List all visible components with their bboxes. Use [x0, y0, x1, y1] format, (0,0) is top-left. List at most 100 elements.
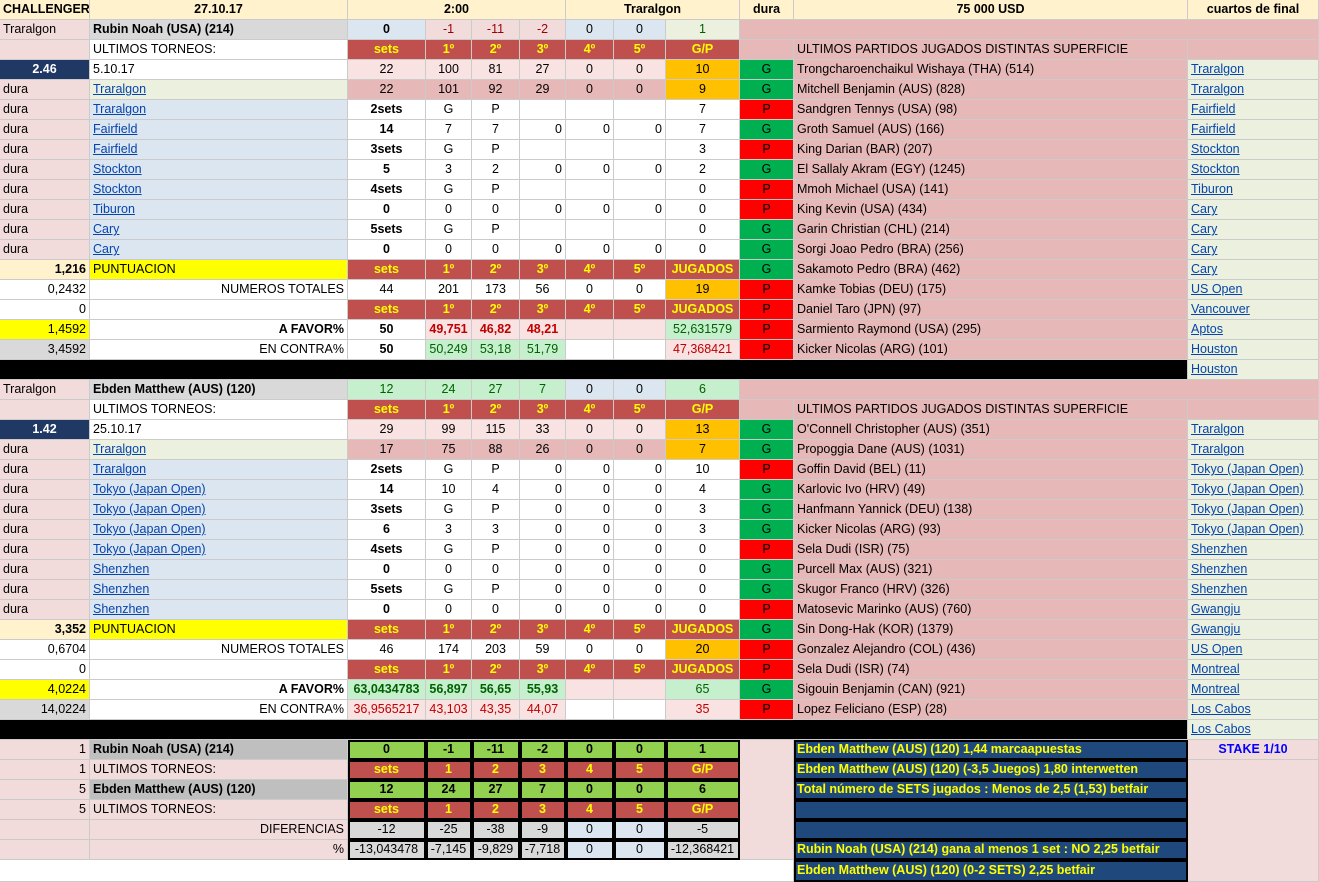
- match-tournament-link[interactable]: Traralgon: [1188, 420, 1319, 440]
- tournament-link[interactable]: Stockton: [90, 180, 348, 200]
- match-tournament-link[interactable]: Tokyo (Japan Open): [1188, 460, 1319, 480]
- surface: dura: [0, 500, 90, 520]
- header-cell: 5º: [614, 660, 666, 680]
- match-result: P: [740, 660, 794, 680]
- tournament-link[interactable]: Fairfield: [90, 140, 348, 160]
- match-tournament-link[interactable]: Fairfield: [1188, 100, 1319, 120]
- header-cell: 1º: [426, 400, 472, 420]
- header-cell: 2º: [472, 40, 520, 60]
- tournament-link[interactable]: Stockton: [90, 160, 348, 180]
- tournament-link[interactable]: Shenzhen: [90, 560, 348, 580]
- tournament-link[interactable]: Traralgon: [90, 440, 348, 460]
- tournament-link[interactable]: Fairfield: [90, 120, 348, 140]
- tournament-link[interactable]: Traralgon: [90, 80, 348, 100]
- match-tournament-link[interactable]: Gwangju: [1188, 620, 1319, 640]
- surface: dura: [0, 140, 90, 160]
- stat-cell: 29: [348, 420, 426, 440]
- pct-cell: 0: [566, 840, 614, 860]
- puntuacion-value: 3,352: [0, 620, 90, 640]
- match-tournament-link[interactable]: Traralgon: [1188, 440, 1319, 460]
- match-tournament-link[interactable]: Fairfield: [1188, 120, 1319, 140]
- sets-cell: 7: [666, 100, 740, 120]
- tournament-link[interactable]: Tokyo (Japan Open): [90, 520, 348, 540]
- tournament-link[interactable]: Shenzhen: [90, 600, 348, 620]
- tournament-link[interactable]: Cary: [90, 240, 348, 260]
- header-cell: 3º: [520, 260, 566, 280]
- match-tournament-link[interactable]: Tokyo (Japan Open): [1188, 500, 1319, 520]
- tournament-link[interactable]: Tiburon: [90, 200, 348, 220]
- totales-cell: 56: [520, 280, 566, 300]
- tournament-link[interactable]: Tokyo (Japan Open): [90, 480, 348, 500]
- ultimos-label: ULTIMOS TORNEOS:: [90, 400, 348, 420]
- tournament-link[interactable]: Cary: [90, 220, 348, 240]
- header-prize: 75 000 USD: [794, 0, 1188, 20]
- match-tournament-link[interactable]: Shenzhen: [1188, 540, 1319, 560]
- surface: dura: [0, 160, 90, 180]
- tournament-link[interactable]: Tokyo (Japan Open): [90, 540, 348, 560]
- match-tournament-link[interactable]: Stockton: [1188, 160, 1319, 180]
- match-tournament-link[interactable]: Cary: [1188, 240, 1319, 260]
- match-result: P: [740, 460, 794, 480]
- header-cell: sets: [348, 660, 426, 680]
- sets-cell: 7: [426, 120, 472, 140]
- summary-cell: 3: [520, 760, 566, 780]
- tournament-link[interactable]: Tokyo (Japan Open): [90, 500, 348, 520]
- stat-cell: 33: [520, 420, 566, 440]
- match-opponent: Trongcharoenchaikul Wishaya (THA) (514): [794, 60, 1188, 80]
- match-tournament-link[interactable]: US Open: [1188, 280, 1319, 300]
- sets-cell: 4: [666, 480, 740, 500]
- match-tournament-link[interactable]: Montreal: [1188, 660, 1319, 680]
- afavor-cell: 56,65: [472, 680, 520, 700]
- match-tournament-link[interactable]: Los Cabos: [1188, 700, 1319, 720]
- tournament-link[interactable]: Shenzhen: [90, 580, 348, 600]
- match-tournament-link[interactable]: Houston: [1188, 340, 1319, 360]
- match-tournament-link[interactable]: Cary: [1188, 260, 1319, 280]
- match-opponent: King Darian (BAR) (207): [794, 140, 1188, 160]
- tournament-link[interactable]: Traralgon: [90, 460, 348, 480]
- stat-cell: 88: [472, 440, 520, 460]
- match-tournament-link[interactable]: Tokyo (Japan Open): [1188, 520, 1319, 540]
- sets-cell: 0: [348, 560, 426, 580]
- surface: dura: [0, 540, 90, 560]
- afavor-cell: [614, 680, 666, 700]
- spreadsheet[interactable]: CHALLENGER 27.10.17 2:00 Traralgon dura 75 00…: [0, 0, 1319, 882]
- match-opponent: Kicker Nicolas (ARG) (93): [794, 520, 1188, 540]
- sets-cell: 4sets: [348, 180, 426, 200]
- afavor-label: A FAVOR%: [90, 680, 348, 700]
- sets-cell: 3: [666, 520, 740, 540]
- match-tournament-link[interactable]: Stockton: [1188, 140, 1319, 160]
- match-tournament-link[interactable]: Aptos: [1188, 320, 1319, 340]
- afavor-cell: [566, 680, 614, 700]
- match-tournament-link[interactable]: Cary: [1188, 200, 1319, 220]
- totales-cell: 201: [426, 280, 472, 300]
- match-result: G: [740, 500, 794, 520]
- match-tournament-link[interactable]: Montreal: [1188, 680, 1319, 700]
- match-tournament-link[interactable]: Gwangju: [1188, 600, 1319, 620]
- match-tournament-link[interactable]: Shenzhen: [1188, 580, 1319, 600]
- match-opponent: Hanfmann Yannick (DEU) (138): [794, 500, 1188, 520]
- match-tournament-link[interactable]: Traralgon: [1188, 80, 1319, 100]
- match-tournament-link[interactable]: US Open: [1188, 640, 1319, 660]
- header-cell: JUGADOS: [666, 620, 740, 640]
- match-tournament-link[interactable]: Traralgon: [1188, 60, 1319, 80]
- header-cell: sets: [348, 40, 426, 60]
- sets-cell: 0: [614, 240, 666, 260]
- extra-tournament-link[interactable]: Los Cabos: [1188, 720, 1319, 740]
- sets-cell: [614, 140, 666, 160]
- totales-cell: 46: [348, 640, 426, 660]
- match-tournament-link[interactable]: Tiburon: [1188, 180, 1319, 200]
- match-tournament-link[interactable]: Tokyo (Japan Open): [1188, 480, 1319, 500]
- match-tournament-link[interactable]: Cary: [1188, 220, 1319, 240]
- tournament-link[interactable]: Traralgon: [90, 100, 348, 120]
- pct-cell: -12,368421: [666, 840, 740, 860]
- surface: dura: [0, 200, 90, 220]
- total-cell: -2: [520, 20, 566, 40]
- extra-tournament-link[interactable]: Houston: [1188, 360, 1319, 380]
- match-result: G: [740, 220, 794, 240]
- sets-cell: 14: [348, 120, 426, 140]
- match-tournament-link[interactable]: Vancouver: [1188, 300, 1319, 320]
- summary-cell: 4: [566, 760, 614, 780]
- total-cell: -1: [426, 20, 472, 40]
- totales-cell: 44: [348, 280, 426, 300]
- match-tournament-link[interactable]: Shenzhen: [1188, 560, 1319, 580]
